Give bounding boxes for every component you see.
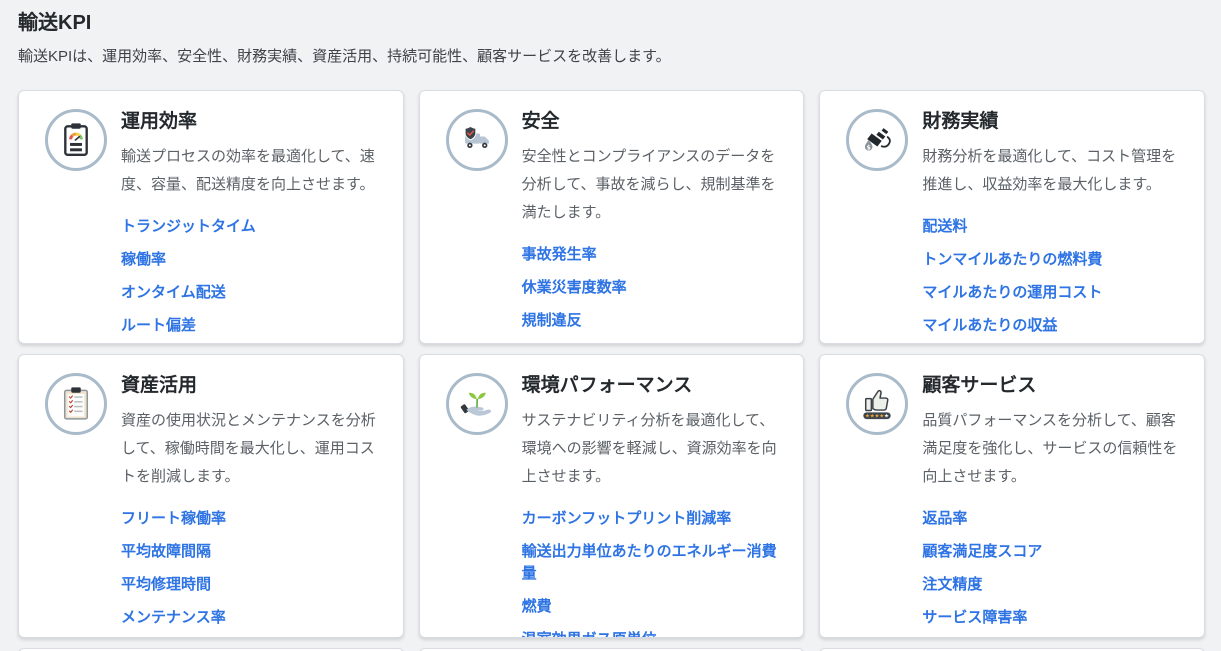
checklist-clipboard-icon xyxy=(45,373,107,435)
kpi-link[interactable]: 顧客満足度スコア xyxy=(922,541,1182,563)
card-description: 財務分析を最適化して、コスト管理を推進し、収益効率を最大化します。 xyxy=(922,143,1182,199)
card-description: 資産の使用状況とメンテナンスを分析して、稼働時間を最大化し、運用コストを削減しま… xyxy=(121,407,381,491)
kpi-card: 環境パフォーマンス サステナビリティ分析を最適化して、環境への影響を軽減し、資源… xyxy=(419,354,805,638)
kpi-grid: 運用効率 輸送プロセスの効率を最適化して、速度、容量、配送精度を向上させます。 … xyxy=(0,90,1221,651)
kpi-link[interactable]: 返品率 xyxy=(922,508,1182,530)
truck-shield-icon xyxy=(446,109,508,171)
kpi-link[interactable]: 燃費 xyxy=(522,596,782,618)
fuel-nozzle-icon: $ xyxy=(846,109,908,171)
kpi-link[interactable]: 規制違反 xyxy=(522,310,782,332)
card-title: 顧客サービス xyxy=(922,373,1182,398)
card-links: フリート稼働率平均故障間隔平均修理時間メンテナンス率 xyxy=(121,508,381,629)
kpi-link[interactable]: 稼働率 xyxy=(121,249,381,271)
kpi-link[interactable]: トンマイルあたりの燃料費 xyxy=(922,249,1182,271)
card-body: 安全 安全性とコンプライアンスのデータを分析して、事故を減らし、規制基準を満たし… xyxy=(508,107,782,344)
card-links: 配送料トンマイルあたりの燃料費マイルあたりの運用コストマイルあたりの収益 xyxy=(922,216,1182,337)
kpi-link[interactable]: 事故発生率 xyxy=(522,244,782,266)
card-links: トランジットタイム稼働率オンタイム配送ルート偏差 xyxy=(121,216,381,337)
kpi-link[interactable]: 安全性監査スコア xyxy=(522,343,782,344)
card-links: 事故発生率休業災害度数率規制違反安全性監査スコア xyxy=(522,244,782,344)
kpi-link[interactable]: フリート稼働率 xyxy=(121,508,381,530)
kpi-link[interactable]: 配送料 xyxy=(922,216,1182,238)
kpi-card: 安全 安全性とコンプライアンスのデータを分析して、事故を減らし、規制基準を満たし… xyxy=(419,90,805,344)
card-body: 資産活用 資産の使用状況とメンテナンスを分析して、稼働時間を最大化し、運用コスト… xyxy=(107,371,381,629)
page-title: 輸送KPI xyxy=(18,10,1203,36)
kpi-link[interactable]: サービス障害率 xyxy=(922,607,1182,629)
hand-plant-icon xyxy=(446,373,508,435)
card-description: 輸送プロセスの効率を最適化して、速度、容量、配送精度を向上させます。 xyxy=(121,143,381,199)
kpi-link[interactable]: 平均故障間隔 xyxy=(121,541,381,563)
thumbs-up-stars-icon xyxy=(846,373,908,435)
card-description: 品質パフォーマンスを分析して、顧客満足度を強化し、サービスの信頼性を向上させます… xyxy=(922,407,1182,491)
kpi-card: 資産活用 資産の使用状況とメンテナンスを分析して、稼働時間を最大化し、運用コスト… xyxy=(18,354,404,638)
card-title: 資産活用 xyxy=(121,373,381,398)
kpi-link[interactable]: 温室効果ガス原単位 xyxy=(522,629,782,638)
kpi-link[interactable]: メンテナンス率 xyxy=(121,607,381,629)
card-body: 顧客サービス 品質パフォーマンスを分析して、顧客満足度を強化し、サービスの信頼性… xyxy=(908,371,1182,629)
card-links: 返品率顧客満足度スコア注文精度サービス障害率 xyxy=(922,508,1182,629)
kpi-card: 顧客サービス 品質パフォーマンスを分析して、顧客満足度を強化し、サービスの信頼性… xyxy=(819,354,1205,638)
page-header: 輸送KPI 輸送KPIは、運用効率、安全性、財務実績、資産活用、持続可能性、顧客… xyxy=(0,0,1221,68)
kpi-link[interactable]: マイルあたりの運用コスト xyxy=(922,282,1182,304)
card-description: 安全性とコンプライアンスのデータを分析して、事故を減らし、規制基準を満たします。 xyxy=(522,143,782,227)
kpi-link[interactable]: 注文精度 xyxy=(922,574,1182,596)
kpi-link[interactable]: オンタイム配送 xyxy=(121,282,381,304)
card-body: 環境パフォーマンス サステナビリティ分析を最適化して、環境への影響を軽減し、資源… xyxy=(508,371,782,638)
card-title: 環境パフォーマンス xyxy=(522,373,782,398)
page-subtitle: 輸送KPIは、運用効率、安全性、財務実績、資産活用、持続可能性、顧客サービスを改… xyxy=(18,46,1203,68)
kpi-link[interactable]: マイルあたりの収益 xyxy=(922,315,1182,337)
kpi-link[interactable]: カーボンフットプリント削減率 xyxy=(522,508,782,530)
kpi-card: 運用効率 輸送プロセスの効率を最適化して、速度、容量、配送精度を向上させます。 … xyxy=(18,90,404,344)
kpi-link[interactable]: 輸送出力単位あたりのエネルギー消費量 xyxy=(522,541,782,585)
card-title: 安全 xyxy=(522,109,782,134)
kpi-link[interactable]: ルート偏差 xyxy=(121,315,381,337)
card-title: 財務実績 xyxy=(922,109,1182,134)
kpi-link[interactable]: トランジットタイム xyxy=(121,216,381,238)
card-body: 運用効率 輸送プロセスの効率を最適化して、速度、容量、配送精度を向上させます。 … xyxy=(107,107,381,337)
card-title: 運用効率 xyxy=(121,109,381,134)
svg-text:$: $ xyxy=(867,145,871,152)
card-links: カーボンフットプリント削減率輸送出力単位あたりのエネルギー消費量燃費温室効果ガス… xyxy=(522,508,782,638)
card-description: サステナビリティ分析を最適化して、環境への影響を軽減し、資源効率を向上させます。 xyxy=(522,407,782,491)
card-body: 財務実績 財務分析を最適化して、コスト管理を推進し、収益効率を最大化します。 配… xyxy=(908,107,1182,337)
kpi-card: $ 財務実績 財務分析を最適化して、コスト管理を推進し、収益効率を最大化します。… xyxy=(819,90,1205,344)
kpi-link[interactable]: 平均修理時間 xyxy=(121,574,381,596)
kpi-link[interactable]: 休業災害度数率 xyxy=(522,277,782,299)
gauge-clipboard-icon xyxy=(45,109,107,171)
